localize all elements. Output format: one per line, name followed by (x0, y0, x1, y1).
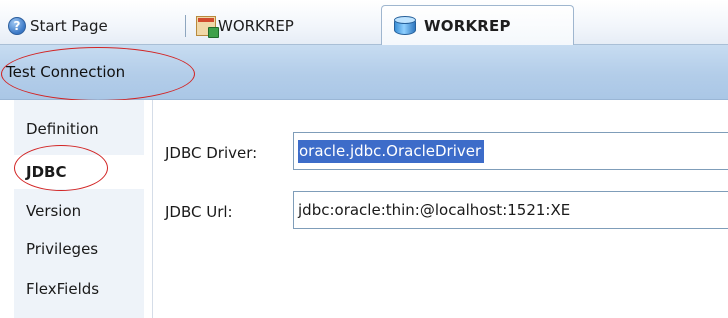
test-connection-button[interactable]: Test Connection (6, 59, 125, 85)
tab-workrep-database[interactable]: WORKREP (381, 5, 574, 45)
nav-item-privileges[interactable]: Privileges (14, 232, 144, 266)
jdbc-url-label: JDBC Url: (165, 203, 233, 221)
tab-strip: ? Start Page WORKREP WORKREP (0, 0, 728, 45)
side-nav: Definition JDBC Version Privileges FlexF… (0, 100, 152, 318)
jdbc-driver-label: JDBC Driver: (165, 144, 258, 162)
jdbc-url-field[interactable]: jdbc:oracle:thin:@localhost:1521:XE (293, 191, 728, 229)
jdbc-driver-value: oracle.jdbc.OracleDriver (298, 139, 485, 163)
tab-start-page[interactable]: ? Start Page (8, 8, 168, 44)
jdbc-url-value: jdbc:oracle:thin:@localhost:1521:XE (298, 201, 571, 219)
help-icon: ? (8, 17, 26, 35)
tab-workrep-database-label: WORKREP (424, 16, 511, 35)
nav-item-version[interactable]: Version (14, 194, 144, 228)
tab-workrep-table-label: WORKREP (218, 17, 294, 35)
nav-item-definition[interactable]: Definition (14, 112, 144, 146)
jdbc-driver-field[interactable]: oracle.jdbc.OracleDriver (293, 132, 728, 170)
nav-item-jdbc[interactable]: JDBC (14, 155, 144, 189)
tab-workrep-table[interactable]: WORKREP (186, 8, 361, 44)
jdbc-panel: JDBC Driver: oracle.jdbc.OracleDriver JD… (152, 100, 728, 318)
table-icon (196, 16, 219, 38)
tab-start-page-label: Start Page (30, 17, 108, 35)
nav-item-flexfields[interactable]: FlexFields (14, 272, 144, 306)
database-icon (392, 15, 418, 37)
toolbar: Test Connection (0, 45, 728, 100)
